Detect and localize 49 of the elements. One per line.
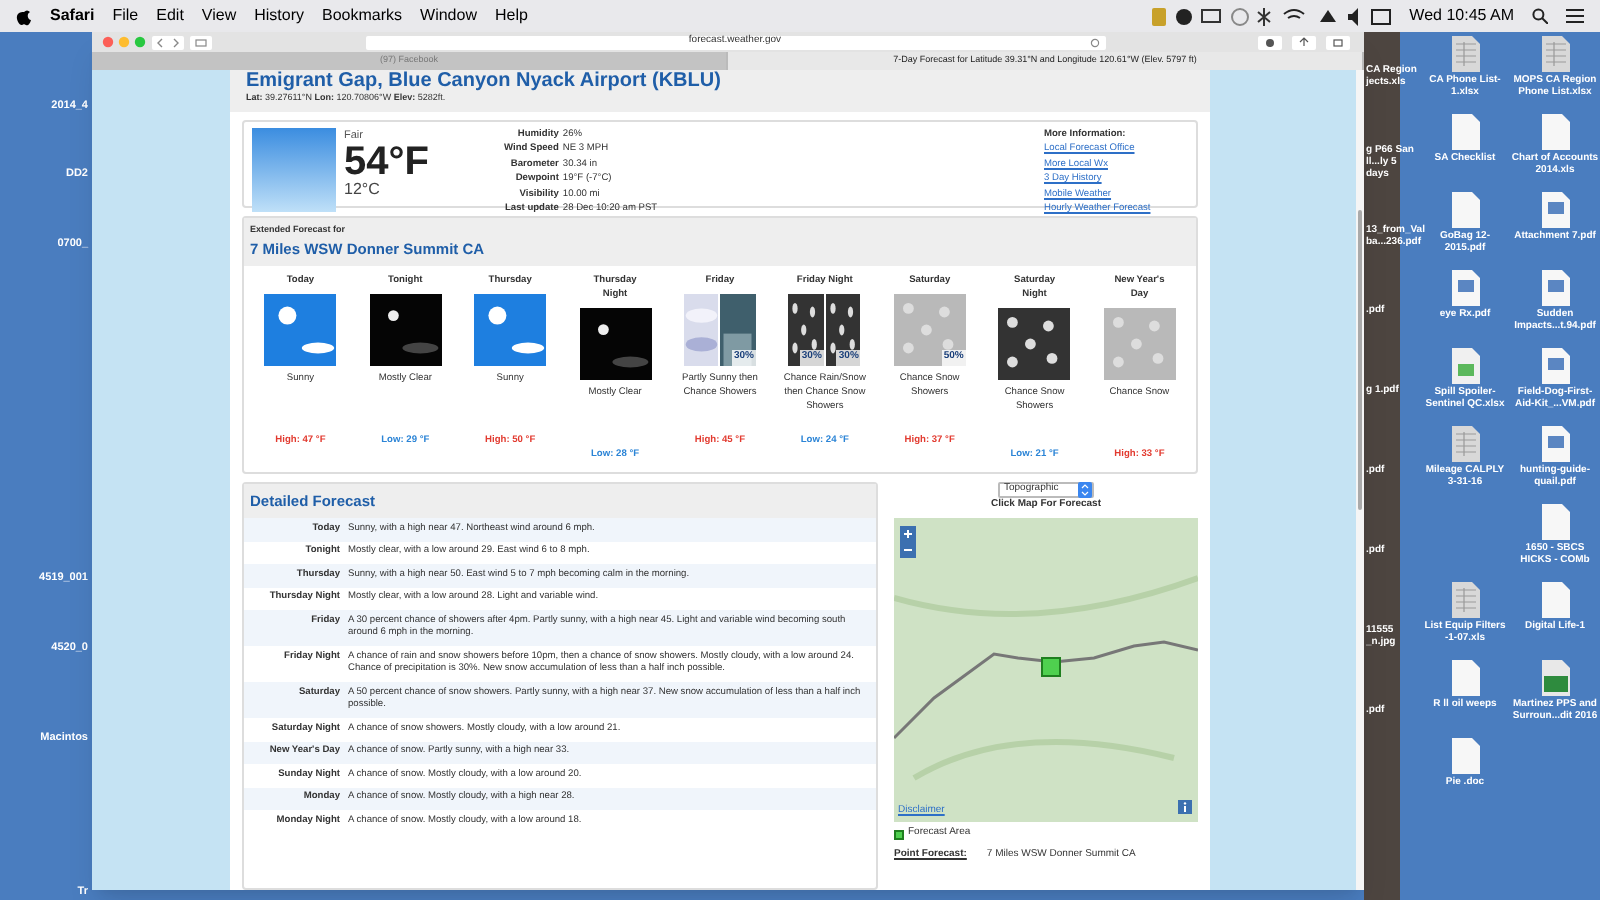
station-name: Emigrant Gap, Blue Canyon Nyack Airport (KBLU): [246, 70, 723, 92]
menu-item[interactable]: Edit: [156, 4, 184, 28]
status-icons[interactable]: [1151, 7, 1392, 25]
zoom-controls-icon[interactable]: [900, 526, 916, 559]
file-icon: [1451, 192, 1479, 228]
menu-item[interactable]: View: [201, 4, 237, 28]
file-icon: [1451, 348, 1479, 384]
file-icon: [1541, 348, 1569, 384]
file-icon: [1451, 582, 1479, 618]
menu-item[interactable]: History: [254, 4, 305, 28]
reload-icon[interactable]: [1089, 37, 1099, 47]
file-icon: [1541, 270, 1569, 306]
file-icon: [1451, 738, 1479, 774]
file-icon: [1541, 36, 1569, 72]
dropdown-arrow-icon: [1078, 481, 1092, 498]
weather-icon: [369, 293, 442, 366]
file-icon: [1451, 270, 1479, 306]
file-icon: [1451, 36, 1479, 72]
weather-icon: [474, 293, 547, 366]
file-icon: [1451, 660, 1479, 696]
file-icon: [1451, 114, 1479, 150]
weather-icon: [579, 307, 652, 380]
menu-item[interactable]: File: [112, 4, 139, 28]
temperature-c: 12°C: [344, 180, 382, 198]
weather-icon: [683, 293, 719, 366]
weather-photo: [252, 127, 336, 212]
menu-item[interactable]: Bookmarks: [322, 4, 403, 28]
menu-item[interactable]: Window: [420, 4, 477, 28]
file-icon: [1541, 426, 1569, 462]
file-icon: [1541, 114, 1569, 150]
info-icon[interactable]: [1178, 800, 1192, 815]
file-icon: [1451, 426, 1479, 462]
weather-icon: [1103, 307, 1176, 380]
toolbar-icons[interactable]: [1258, 35, 1354, 49]
apple-logo-icon[interactable]: [16, 7, 32, 25]
file-icon: [1541, 582, 1569, 618]
weather-icon: [264, 293, 337, 366]
file-icon: [1541, 660, 1569, 696]
weather-icon: [998, 307, 1071, 380]
file-icon: [1541, 192, 1569, 228]
file-icon: [1541, 504, 1569, 540]
temperature-f: 54°F: [344, 144, 431, 180]
forecast-area-swatch: [894, 829, 904, 840]
back-forward-icon[interactable]: [152, 35, 184, 49]
app-menu[interactable]: Safari: [50, 4, 95, 28]
list-icon[interactable]: [1566, 8, 1584, 24]
menu-bar-clock[interactable]: Wed 10:45 AM: [1409, 4, 1514, 28]
search-icon[interactable]: [1532, 8, 1548, 24]
menu-item[interactable]: Help: [494, 4, 528, 28]
